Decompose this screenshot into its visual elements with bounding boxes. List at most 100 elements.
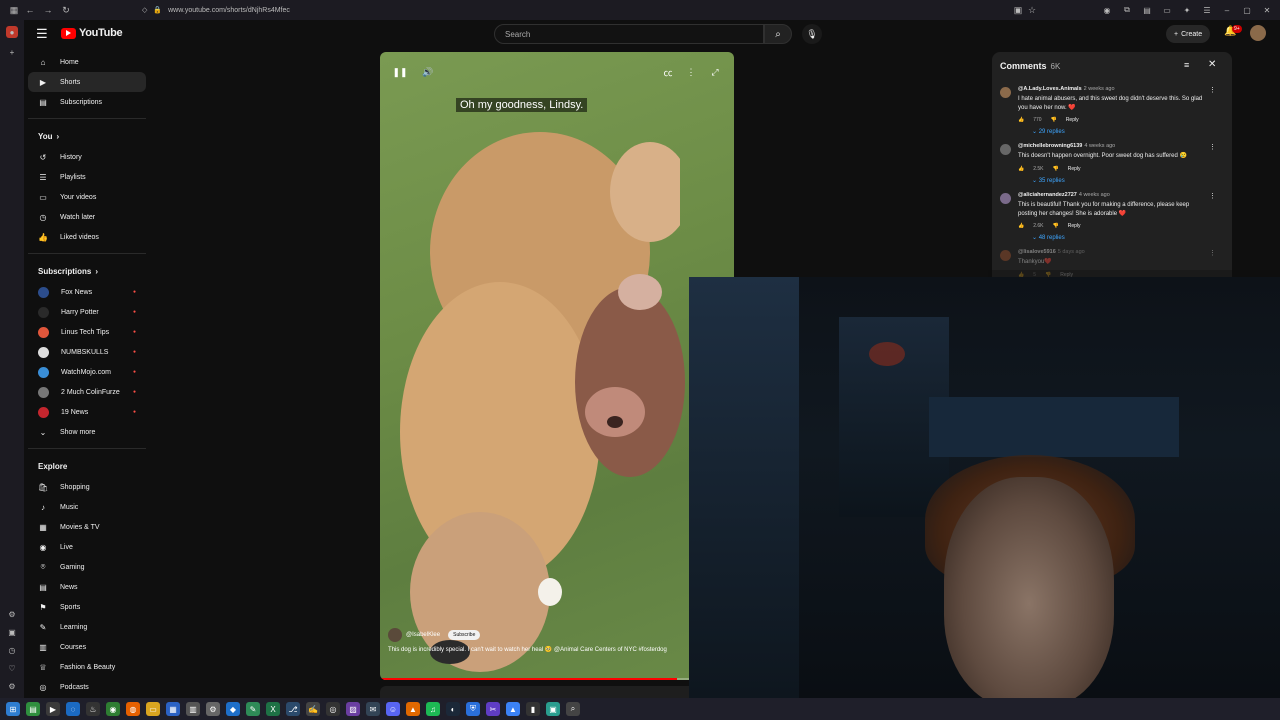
- sidebar-item-watch-later[interactable]: ◷ Watch later: [28, 207, 146, 227]
- voice-search-button[interactable]: 🎙: [802, 24, 822, 44]
- snip-icon[interactable]: ✂: [486, 702, 500, 716]
- like-icon[interactable]: 👍: [1018, 166, 1024, 172]
- sidebar-item-2-much-colinfurze[interactable]: 2 Much ColinFurze ●: [28, 382, 146, 402]
- network-icon[interactable]: ▲: [506, 702, 520, 716]
- back-icon[interactable]: ←: [22, 2, 38, 18]
- comment-more-icon[interactable]: ⋮: [1209, 86, 1216, 94]
- settings-icon[interactable]: ⚙: [206, 702, 220, 716]
- vlc-icon[interactable]: ▲: [406, 702, 420, 716]
- comment-author[interactable]: @A.Lady.Loves.Animals: [1018, 86, 1082, 92]
- like-icon[interactable]: 👍: [1018, 223, 1024, 229]
- address-bar[interactable]: ◇ 🔒 www.youtube.com/shorts/dNjhRs4Mfec: [142, 3, 1042, 17]
- maximize-icon[interactable]: ▢: [1240, 2, 1254, 18]
- sort-icon[interactable]: ≡: [1184, 60, 1189, 70]
- comment-more-icon[interactable]: ⋮: [1209, 192, 1216, 200]
- extensions-puzzle-icon[interactable]: ✦: [1180, 2, 1194, 18]
- close-window-icon[interactable]: ✕: [1260, 2, 1274, 18]
- sidebar-item-history[interactable]: ↺ History: [28, 147, 146, 167]
- notes-icon[interactable]: ▣: [546, 702, 560, 716]
- dislike-icon[interactable]: 👎: [1051, 117, 1057, 123]
- app-launcher-icon[interactable]: ●: [6, 26, 18, 38]
- chrome-icon[interactable]: ◉: [106, 702, 120, 716]
- search-taskbar-icon[interactable]: ⌕: [566, 702, 580, 716]
- more-options-icon[interactable]: ⋮: [684, 65, 698, 79]
- windows-security-icon[interactable]: ⛨: [466, 702, 480, 716]
- comment-avatar[interactable]: [1000, 193, 1011, 205]
- comment-author[interactable]: @aliciahernandez2727: [1018, 192, 1077, 198]
- mail-icon[interactable]: ✉: [366, 702, 380, 716]
- container-icon[interactable]: ▤: [1140, 2, 1154, 18]
- channel-avatar[interactable]: [388, 628, 402, 642]
- calculator-icon[interactable]: ▥: [186, 702, 200, 716]
- comment-avatar[interactable]: [1000, 87, 1011, 98]
- sidebar-item-liked-videos[interactable]: 👍 Liked videos: [28, 227, 146, 247]
- reload-icon[interactable]: ↻: [58, 2, 74, 18]
- volume-icon[interactable]: 🔊: [421, 65, 435, 79]
- git-icon[interactable]: ⎇: [286, 702, 300, 716]
- notepad-icon[interactable]: ✍: [306, 702, 320, 716]
- bookmark-star-icon[interactable]: ☆: [1024, 2, 1040, 18]
- menu-icon[interactable]: ☰: [1200, 2, 1214, 18]
- sidebar-item-subscriptions[interactable]: ▤ Subscriptions: [28, 92, 146, 112]
- sidebar-you-heading[interactable]: You ›: [28, 125, 146, 147]
- comment-author[interactable]: @lisalove5916: [1018, 249, 1056, 255]
- video-progress-bar[interactable]: [380, 678, 734, 680]
- comment-avatar[interactable]: [1000, 250, 1011, 262]
- sidebar-item-numbskulls[interactable]: NUMBSKULLS ●: [28, 342, 146, 362]
- sidebar-item-watchmojo-com[interactable]: WatchMojo.com ●: [28, 362, 146, 382]
- folder-icon[interactable]: ▭: [146, 702, 160, 716]
- more-panel-icon[interactable]: ⚙: [6, 680, 18, 692]
- favorites-icon[interactable]: ♡: [6, 662, 18, 674]
- captions-icon[interactable]: ㏄: [661, 65, 675, 79]
- file-explorer-icon[interactable]: ▤: [26, 702, 40, 716]
- reply-button[interactable]: Reply: [1068, 223, 1081, 229]
- view-replies-button[interactable]: ⌄ 29 replies: [1018, 128, 1210, 135]
- youtube-logo[interactable]: YouTube: [61, 27, 123, 39]
- sidebar-item-your-videos[interactable]: ▭ Your videos: [28, 187, 146, 207]
- minimize-icon[interactable]: –: [1220, 2, 1234, 18]
- start-icon[interactable]: ⊞: [6, 702, 20, 716]
- sidebar-item-harry-potter[interactable]: Harry Potter ●: [28, 302, 146, 322]
- sidebar-item-courses[interactable]: ▥ Courses: [28, 637, 146, 657]
- sidebar-item-linus-tech-tips[interactable]: Linus Tech Tips ●: [28, 322, 146, 342]
- subscribe-button[interactable]: Subscribe: [448, 630, 481, 640]
- reply-button[interactable]: Reply: [1066, 117, 1079, 123]
- sidebar-item-home[interactable]: ⌂ Home: [28, 52, 146, 72]
- sidebar-item-learning[interactable]: ✎ Learning: [28, 617, 146, 637]
- sidebar-item-playlists[interactable]: ☰ Playlists: [28, 167, 146, 187]
- paint-icon[interactable]: ✎: [246, 702, 260, 716]
- firefox-icon[interactable]: ◍: [126, 702, 140, 716]
- steam-client-icon[interactable]: ◐: [446, 702, 460, 716]
- search-button[interactable]: ⌕: [764, 24, 792, 44]
- extension-icon[interactable]: ⧉: [1120, 2, 1134, 18]
- settings-icon[interactable]: ⚙: [6, 608, 18, 620]
- sidebar-item-music[interactable]: ♪ Music: [28, 497, 146, 517]
- account-icon[interactable]: ◉: [1100, 2, 1114, 18]
- search-input[interactable]: Search: [494, 24, 764, 44]
- fullscreen-icon[interactable]: ⤢: [708, 65, 722, 79]
- sidebar-item-shorts[interactable]: ▶ Shorts: [28, 72, 146, 92]
- wallet-icon[interactable]: ▣: [6, 626, 18, 638]
- sidebar-item-news[interactable]: ▤ News: [28, 577, 146, 597]
- close-icon[interactable]: ✕: [1208, 59, 1216, 70]
- sidebar-item-movies-tv[interactable]: ▦ Movies & TV: [28, 517, 146, 537]
- hamburger-menu-icon[interactable]: ☰: [36, 26, 48, 42]
- view-replies-button[interactable]: ⌄ 48 replies: [1018, 234, 1210, 241]
- store-icon[interactable]: ▦: [166, 702, 180, 716]
- terminal-2-icon[interactable]: ▮: [526, 702, 540, 716]
- forward-icon[interactable]: →: [40, 2, 56, 18]
- sidebar-item-live[interactable]: ◉ Live: [28, 537, 146, 557]
- photos-icon[interactable]: ▨: [346, 702, 360, 716]
- discord-icon[interactable]: ☺: [386, 702, 400, 716]
- add-panel-icon[interactable]: +: [6, 46, 18, 58]
- excel-icon[interactable]: X: [266, 702, 280, 716]
- comment-more-icon[interactable]: ⋮: [1209, 143, 1216, 151]
- screenshot-icon[interactable]: ▭: [1160, 2, 1174, 18]
- avatar[interactable]: [1250, 25, 1266, 41]
- reply-button[interactable]: Reply: [1068, 166, 1081, 172]
- comment-avatar[interactable]: [1000, 144, 1011, 156]
- spotify-icon[interactable]: ♫: [426, 702, 440, 716]
- next-short-preview[interactable]: [380, 686, 734, 698]
- create-button[interactable]: + Create: [1166, 25, 1211, 43]
- steam-icon[interactable]: ♨: [86, 702, 100, 716]
